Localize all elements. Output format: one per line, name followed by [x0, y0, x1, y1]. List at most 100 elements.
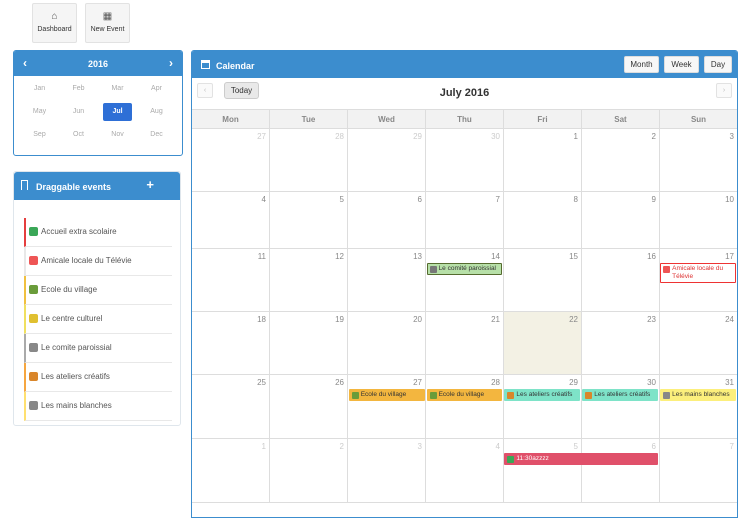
day-cell[interactable]: 30	[581, 375, 659, 438]
calendar-event-label: Les ateliers créatifs	[594, 391, 651, 398]
day-view-button[interactable]: Day	[704, 56, 732, 73]
day-cell[interactable]: 19	[269, 312, 347, 374]
month-aug[interactable]: Aug	[142, 103, 171, 121]
event-category-icon	[29, 227, 38, 236]
draggable-events-title: Draggable events	[36, 182, 112, 192]
day-cell[interactable]: 6	[581, 439, 659, 502]
home-icon: ⌂	[51, 11, 58, 22]
month-jan[interactable]: Jan	[25, 80, 54, 98]
event-category-icon	[663, 266, 671, 273]
dow-wed: Wed	[347, 110, 425, 128]
month-apr[interactable]: Apr	[142, 80, 171, 98]
day-cell[interactable]: 10	[659, 192, 737, 248]
day-cell[interactable]: 16	[581, 249, 659, 311]
day-cell[interactable]: 21	[425, 312, 503, 374]
day-cell[interactable]: 22	[503, 312, 581, 374]
month-grid: Jan Feb Mar Apr May Jun Jul Aug Sep Oct Nov Dec	[14, 76, 182, 144]
event-category-icon	[585, 392, 593, 399]
draggable-event-item[interactable]: Les ateliers créatifs	[24, 363, 172, 392]
day-number: 28	[335, 132, 344, 141]
day-cell[interactable]: 5	[503, 439, 581, 502]
day-cell[interactable]: 6	[347, 192, 425, 248]
day-cell[interactable]: 1	[192, 439, 269, 502]
day-cell[interactable]: 11	[192, 249, 269, 311]
day-cell[interactable]: 27	[192, 129, 269, 191]
month-view-button[interactable]: Month	[624, 56, 659, 73]
month-nov[interactable]: Nov	[103, 126, 132, 144]
month-sep[interactable]: Sep	[25, 126, 54, 144]
day-cell[interactable]: 5	[269, 192, 347, 248]
day-number: 26	[335, 378, 344, 387]
day-number: 19	[335, 315, 344, 324]
day-cell[interactable]: 13	[347, 249, 425, 311]
day-cell[interactable]: 28	[425, 375, 503, 438]
calendar-event[interactable]: Le comité paroissial	[426, 263, 503, 275]
dashboard-button[interactable]: ⌂ Dashboard	[32, 3, 77, 43]
day-cell[interactable]: 9	[581, 192, 659, 248]
week-row: 11 12 13 14 15 16 17 Le comité paroissial Amical…	[192, 249, 737, 312]
next-year-button[interactable]: ›	[169, 56, 173, 70]
month-jun[interactable]: Jun	[64, 103, 93, 121]
day-number: 9	[651, 195, 656, 204]
week-view-button[interactable]: Week	[664, 56, 699, 73]
day-cell[interactable]: 28	[269, 129, 347, 191]
day-cell[interactable]: 1	[503, 129, 581, 191]
day-cell[interactable]: 8	[503, 192, 581, 248]
month-dec[interactable]: Dec	[142, 126, 171, 144]
calendar-event[interactable]: Ecole du village	[348, 389, 425, 401]
day-cell[interactable]: 18	[192, 312, 269, 374]
day-cell[interactable]: 4	[425, 439, 503, 502]
draggable-event-item[interactable]: Le comite paroissial	[24, 334, 172, 363]
month-oct[interactable]: Oct	[64, 126, 93, 144]
day-cell[interactable]: 25	[192, 375, 269, 438]
add-event-button[interactable]: +	[146, 178, 154, 192]
day-cell[interactable]: 3	[659, 129, 737, 191]
calendar-event[interactable]: Les ateliers créatifs	[582, 389, 659, 401]
day-cell[interactable]: 2	[581, 129, 659, 191]
day-cell[interactable]: 24	[659, 312, 737, 374]
calendar-event[interactable]: Les mains blanches	[660, 389, 736, 401]
event-category-icon	[29, 285, 38, 294]
draggable-event-item[interactable]: Ecole du village	[24, 276, 172, 305]
calendar-event[interactable]: Amicale locale du Télévie	[660, 263, 736, 283]
draggable-event-item[interactable]: Les mains blanches	[24, 392, 172, 421]
bookmark-icon	[21, 180, 28, 190]
draggable-event-item[interactable]: Le centre culturel	[24, 305, 172, 334]
day-cell[interactable]: 7	[425, 192, 503, 248]
month-jul[interactable]: Jul	[103, 103, 132, 121]
day-cell[interactable]: 14	[425, 249, 503, 311]
month-feb[interactable]: Feb	[64, 80, 93, 98]
day-cell[interactable]: 15	[503, 249, 581, 311]
draggable-event-item[interactable]: Accueil extra scolaire	[24, 218, 172, 247]
day-cell[interactable]: 3	[347, 439, 425, 502]
day-number: 24	[725, 315, 734, 324]
day-cell[interactable]: 20	[347, 312, 425, 374]
day-cell[interactable]: 7	[659, 439, 737, 502]
day-cell[interactable]: 29	[503, 375, 581, 438]
calendar-event[interactable]: Ecole du village	[426, 389, 503, 401]
next-month-button[interactable]: ›	[716, 83, 732, 98]
calendar-event[interactable]: Les ateliers créatifs	[504, 389, 581, 401]
day-cell[interactable]: 26	[269, 375, 347, 438]
day-cell[interactable]: 27	[347, 375, 425, 438]
month-mar[interactable]: Mar	[103, 80, 132, 98]
day-number: 3	[729, 132, 734, 141]
dow-tue: Tue	[269, 110, 347, 128]
day-cell[interactable]: 4	[192, 192, 269, 248]
day-cell[interactable]: 23	[581, 312, 659, 374]
calendar-event[interactable]: 11:30azzzz	[504, 453, 659, 465]
event-category-icon	[29, 401, 38, 410]
day-cell[interactable]: 2	[269, 439, 347, 502]
day-cell[interactable]: 30	[425, 129, 503, 191]
day-number: 22	[569, 315, 578, 324]
day-cell[interactable]: 29	[347, 129, 425, 191]
day-number: 1	[573, 132, 578, 141]
day-number: 15	[569, 252, 578, 261]
draggable-event-item[interactable]: Amicale locale du Télévie	[24, 247, 172, 276]
day-cell[interactable]: 12	[269, 249, 347, 311]
new-event-button[interactable]: ▦ New Event	[85, 3, 130, 43]
month-may[interactable]: May	[25, 103, 54, 121]
day-cell[interactable]: 31	[659, 375, 737, 438]
day-number: 27	[257, 132, 266, 141]
dow-fri: Fri	[503, 110, 581, 128]
